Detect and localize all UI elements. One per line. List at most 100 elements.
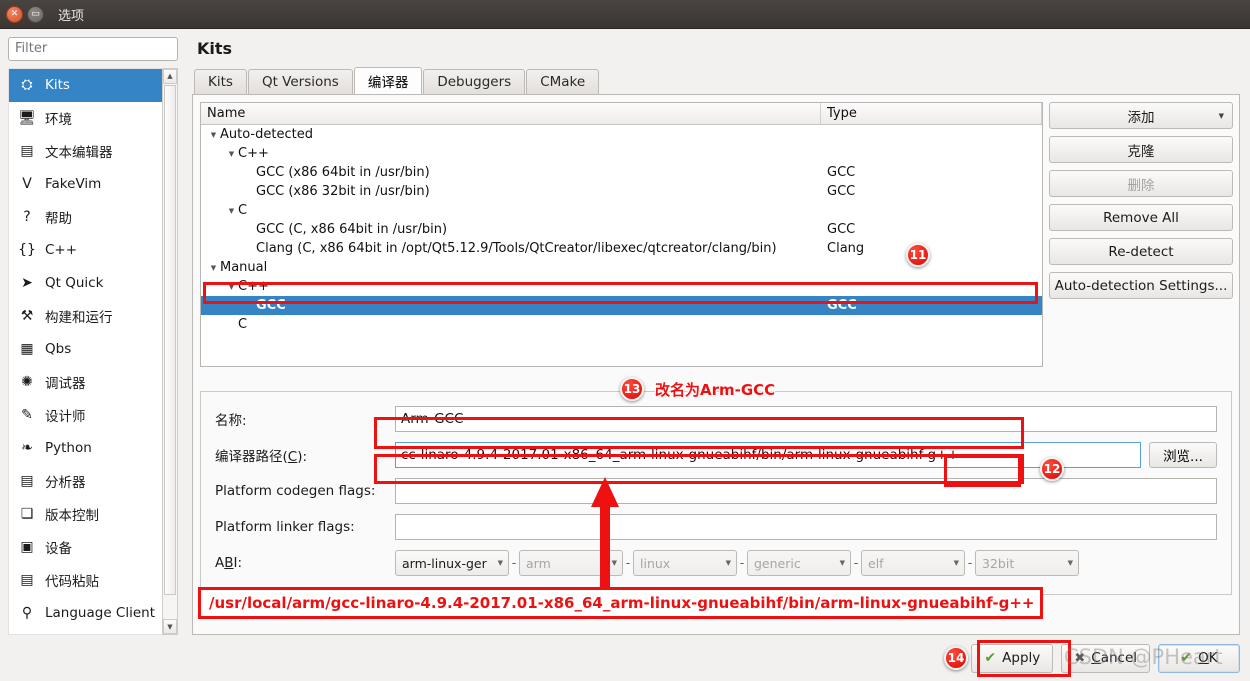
tab-kits[interactable]: Kits xyxy=(194,69,247,94)
maximize-icon[interactable]: ▭ xyxy=(27,5,44,23)
tree-row-name-cell: C xyxy=(201,317,821,332)
scroll-up-icon[interactable]: ▲ xyxy=(163,68,177,84)
annotation-full-path: /usr/local/arm/gcc-linaro-4.9.4-2017.01-… xyxy=(198,587,1043,619)
sidebar-item-label: 构建和运行 xyxy=(45,310,113,327)
sidebar-item-[interactable]: ▤ 文本编辑器 xyxy=(9,135,162,168)
sidebar-item-label: 文本编辑器 xyxy=(45,145,113,162)
sidebar-item-[interactable]: ? 帮助 xyxy=(9,201,162,234)
table-row[interactable]: ▼ C++ xyxy=(201,277,1042,296)
sidebar-item-python[interactable]: ❧ Python xyxy=(9,432,162,465)
tree-button-label: Re-detect xyxy=(1108,243,1174,260)
table-row[interactable]: GCC GCC xyxy=(201,296,1042,315)
tree-button-[interactable]: 克隆 xyxy=(1049,136,1233,163)
options-dialog: ✕ ▭ 选项 ⛭ Kits 🖥 环境 ▤ 文本编辑器 V FakeVim? 帮助 {} C++ ➤ Qt… xyxy=(0,0,1250,681)
sidebar-scrollbar[interactable]: ▲ ▼ xyxy=(162,67,178,635)
linker-flags-row: Platform linker flags: xyxy=(215,512,1217,542)
sidebar-item-label: 分析器 xyxy=(45,475,86,492)
chevron-down-icon[interactable]: ▼ xyxy=(207,131,220,139)
sidebar-item-qbs[interactable]: ▦ Qbs xyxy=(9,333,162,366)
abi-combo-value: linux xyxy=(640,555,671,571)
sidebar-item-[interactable]: ✎ 设计师 xyxy=(9,399,162,432)
tree-header: Name Type xyxy=(201,103,1042,125)
chevron-down-icon[interactable]: ▼ xyxy=(225,150,238,158)
column-header-name[interactable]: Name xyxy=(201,103,821,124)
chevron-down-icon[interactable]: ▼ xyxy=(1219,112,1224,120)
sidebar-item-qt-quick[interactable]: ➤ Qt Quick xyxy=(9,267,162,300)
tree-row-name-cell: ▼ Manual xyxy=(201,260,821,275)
annotation-badge-13: 13 xyxy=(620,377,644,401)
browse-button[interactable]: 浏览... xyxy=(1149,442,1217,468)
table-row[interactable]: GCC (C, x86 64bit in /usr/bin) GCC xyxy=(201,220,1042,239)
table-row[interactable]: C xyxy=(201,315,1042,334)
tree-row-label: GCC (x86 32bit in /usr/bin) xyxy=(256,184,430,199)
sidebar-item-fakevim[interactable]: V FakeVim xyxy=(9,168,162,201)
compiler-path-label-text: 编译器路径( xyxy=(215,449,288,465)
sidebar-item-[interactable]: ▤ 分析器 xyxy=(9,465,162,498)
sidebar-item-[interactable]: 🖥 环境 xyxy=(9,102,162,135)
sidebar-item-c[interactable]: {} C++ xyxy=(9,234,162,267)
chevron-down-icon[interactable]: ▼ xyxy=(207,264,220,272)
tree-button-re-detect[interactable]: Re-detect xyxy=(1049,238,1233,265)
tree-button-label: 克隆 xyxy=(1127,143,1155,160)
fakevim-icon: V xyxy=(22,176,32,193)
column-header-type[interactable]: Type xyxy=(821,103,1042,124)
tree-action-buttons: 添加 ▼ 克隆删除 Remove All Re-detect Auto-detection… xyxy=(1043,102,1233,367)
sidebar: ⛭ Kits 🖥 环境 ▤ 文本编辑器 V FakeVim? 帮助 {} C++ ➤ Qt Quick ⚒… xyxy=(0,37,182,635)
abi-separator: - xyxy=(739,556,745,570)
sidebar-item-[interactable]: ▣ 设备 xyxy=(9,531,162,564)
sidebar-item-[interactable]: ✺ 调试器 xyxy=(9,366,162,399)
abi-combo-group: arm-linux-ger ▼ - arm ▼ - linux ▼ - generic ▼ - elf ▼… xyxy=(395,550,1079,576)
close-icon[interactable]: ✕ xyxy=(6,5,23,23)
tree-row-name-cell: ▼ C++ xyxy=(201,279,821,294)
tree-row-label: Auto-detected xyxy=(220,127,313,142)
tree-button-auto-detection-settings[interactable]: Auto-detection Settings... xyxy=(1049,272,1233,299)
apply-button[interactable]: ✔ Apply xyxy=(971,643,1054,673)
abi-combo-4: elf ▼ xyxy=(861,550,965,576)
codegen-flags-input[interactable] xyxy=(395,478,1217,504)
table-row[interactable]: GCC (x86 64bit in /usr/bin) GCC xyxy=(201,163,1042,182)
page-title: Kits xyxy=(197,39,233,58)
tree-row-label: GCC (x86 64bit in /usr/bin) xyxy=(256,165,430,180)
tree-button-[interactable]: 添加 ▼ xyxy=(1049,102,1233,129)
tree-row-name-cell: ▼ Auto-detected xyxy=(201,127,821,142)
sidebar-item-[interactable]: ▤ 代码粘贴 xyxy=(9,564,162,597)
table-row[interactable]: ▼ C++ xyxy=(201,144,1042,163)
linker-flags-input[interactable] xyxy=(395,514,1217,540)
tab-debuggers[interactable]: Debuggers xyxy=(423,69,526,94)
device-icon: ▣ xyxy=(20,539,34,556)
compilers-tree[interactable]: Name Type ▼ Auto-detected ▼ C++ GCC (x86 64b… xyxy=(200,102,1043,367)
tree-row-label: GCC xyxy=(256,298,286,313)
sidebar-item-label: 设备 xyxy=(45,541,72,558)
abi-combo-value: elf xyxy=(868,555,884,571)
table-row[interactable]: ▼ C xyxy=(201,201,1042,220)
cursor-icon: ➤ xyxy=(21,275,33,292)
main-panel: Kits Kits Qt Versions 编译器 Debuggers CMake Na… xyxy=(182,37,1250,635)
table-row[interactable]: ▼ Auto-detected xyxy=(201,125,1042,144)
abi-separator: - xyxy=(511,556,517,570)
chevron-down-icon: ▼ xyxy=(839,559,845,567)
sidebar-item-[interactable]: ⚒ 构建和运行 xyxy=(9,300,162,333)
tree-button-label: 删除 xyxy=(1127,177,1155,194)
sidebar-item-kits[interactable]: ⛭ Kits xyxy=(9,68,162,102)
abi-label-mnemonic: B xyxy=(224,555,234,571)
tab--[interactable]: 编译器 xyxy=(353,67,423,94)
chevron-down-icon[interactable]: ▼ xyxy=(225,207,238,215)
scrollbar-thumb[interactable] xyxy=(164,84,176,595)
filter-input[interactable] xyxy=(8,37,178,61)
tab-qt-versions[interactable]: Qt Versions xyxy=(247,69,353,94)
sidebar-item-language-client[interactable]: ⚲ Language Client xyxy=(9,597,162,630)
tree-row-type-cell: GCC xyxy=(827,298,857,313)
name-input[interactable]: Arm-GCC xyxy=(395,406,1217,432)
sidebar-item-[interactable]: ❏ 版本控制 xyxy=(9,498,162,531)
scroll-down-icon[interactable]: ▼ xyxy=(163,619,177,634)
title-bar: ✕ ▭ 选项 xyxy=(0,0,1250,29)
tab-cmake[interactable]: CMake xyxy=(526,69,600,94)
tree-row-label: C++ xyxy=(238,279,269,294)
tree-button-remove-all[interactable]: Remove All xyxy=(1049,204,1233,231)
abi-combo-2: linux ▼ xyxy=(633,550,737,576)
table-row[interactable]: GCC (x86 32bit in /usr/bin) GCC xyxy=(201,182,1042,201)
abi-combo-0[interactable]: arm-linux-ger ▼ xyxy=(395,550,509,576)
chevron-down-icon[interactable]: ▼ xyxy=(225,283,238,291)
name-row: 名称: Arm-GCC xyxy=(215,404,1217,434)
compiler-path-input[interactable]: cc-linaro-4.9.4-2017.01-x86_64_arm-linux… xyxy=(395,442,1141,468)
